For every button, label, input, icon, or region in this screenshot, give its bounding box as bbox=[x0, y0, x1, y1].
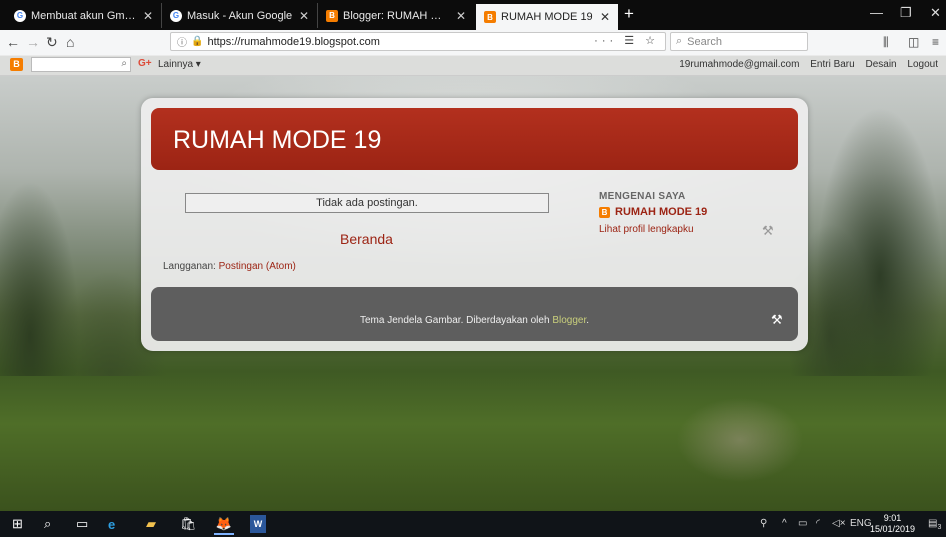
footer-end: . bbox=[586, 315, 590, 326]
design-link[interactable]: Desain bbox=[865, 59, 896, 70]
blogger-navbar: B ⌕ G+ Lainnya ▾ 19rumahmode@gmail.com E… bbox=[0, 55, 946, 76]
new-tab-button[interactable]: + bbox=[624, 4, 634, 24]
blog-footer: Tema Jendela Gambar. Diberdayakan oleh B… bbox=[151, 287, 798, 341]
menu-icon[interactable]: ≡ bbox=[932, 35, 939, 49]
home-link[interactable]: Beranda bbox=[340, 231, 393, 247]
info-icon[interactable]: ⓘ bbox=[177, 34, 187, 49]
clock-date: 15/01/2019 bbox=[870, 524, 916, 534]
subscribe-line: Langganan: Postingan (Atom) bbox=[163, 261, 296, 272]
close-tab-icon[interactable]: ✕ bbox=[456, 9, 466, 23]
tab-google-signin[interactable]: G Masuk - Akun Google ✕ bbox=[162, 3, 318, 28]
footer-text: Tema Jendela Gambar. Diberdayakan oleh bbox=[359, 315, 553, 326]
no-posts-message: Tidak ada postingan. bbox=[185, 193, 549, 213]
gplus-button[interactable]: G+ bbox=[138, 58, 152, 69]
blogger-icon: B bbox=[484, 11, 496, 23]
word-icon[interactable]: W bbox=[250, 515, 266, 533]
blog-header: RUMAH MODE 19 bbox=[151, 108, 798, 170]
store-icon[interactable]: 🛍 bbox=[180, 515, 197, 533]
windows-start-icon[interactable]: ⊞ bbox=[12, 515, 23, 533]
minimize-icon[interactable]: — bbox=[870, 5, 883, 20]
close-tab-icon[interactable]: ✕ bbox=[600, 10, 610, 24]
blog-container: RUMAH MODE 19 Tidak ada postingan. Beran… bbox=[141, 98, 808, 351]
close-tab-icon[interactable]: ✕ bbox=[299, 9, 309, 23]
back-icon[interactable]: ← bbox=[6, 34, 20, 50]
new-entry-link[interactable]: Entri Baru bbox=[810, 59, 854, 70]
logout-link[interactable]: Logout bbox=[907, 59, 938, 70]
google-icon: G bbox=[170, 9, 182, 22]
about-profile-name[interactable]: B RUMAH MODE 19 bbox=[599, 206, 707, 218]
chevron-up-icon[interactable]: ^ bbox=[782, 518, 787, 529]
google-icon: G bbox=[14, 9, 26, 22]
edge-icon[interactable]: e bbox=[108, 515, 115, 533]
search-icon[interactable]: ⌕ bbox=[44, 515, 51, 533]
blog-search-input[interactable]: ⌕ bbox=[31, 57, 131, 72]
tab-blogger-dashboard[interactable]: B Blogger: RUMAH MODE 19 - Se ✕ bbox=[318, 3, 474, 28]
background-rocks bbox=[650, 380, 830, 500]
blogger-icon: B bbox=[326, 9, 338, 22]
page-actions-icon[interactable]: ··· ☰ ☆ bbox=[594, 34, 659, 47]
blog-title[interactable]: RUMAH MODE 19 bbox=[173, 126, 381, 155]
url-bar[interactable]: ⓘ 🔒 https://rumahmode19.blogspot.com ···… bbox=[170, 32, 666, 51]
url-text: https://rumahmode19.blogspot.com bbox=[207, 35, 380, 48]
search-icon[interactable]: ⌕ bbox=[121, 58, 127, 69]
close-window-icon[interactable]: ✕ bbox=[930, 5, 941, 21]
tab-rumah-mode[interactable]: B RUMAH MODE 19 ✕ bbox=[476, 4, 618, 30]
maximize-icon[interactable]: ❐ bbox=[900, 5, 912, 21]
firefox-icon[interactable]: 🦊 bbox=[214, 515, 234, 535]
footer-credit: Tema Jendela Gambar. Diberdayakan oleh B… bbox=[151, 315, 798, 326]
about-name-text[interactable]: RUMAH MODE 19 bbox=[615, 206, 707, 218]
volume-icon[interactable]: ◁× bbox=[832, 518, 846, 529]
tab-title: Masuk - Akun Google bbox=[187, 9, 293, 22]
close-tab-icon[interactable]: ✕ bbox=[143, 9, 153, 23]
about-heading: MENGENAI SAYA bbox=[599, 191, 686, 202]
more-dropdown[interactable]: Lainnya ▾ bbox=[158, 59, 201, 70]
tab-bar: G Membuat akun Gmail - Bantua ✕ G Masuk … bbox=[0, 0, 946, 30]
clock-time: 9:01 bbox=[883, 513, 902, 523]
forward-icon[interactable]: → bbox=[26, 34, 40, 50]
notification-count: 3 bbox=[937, 524, 942, 531]
library-icon[interactable]: ⫼ bbox=[883, 35, 889, 50]
clock[interactable]: 9:01 15/01/2019 bbox=[870, 513, 915, 535]
blogger-link[interactable]: Blogger bbox=[552, 315, 586, 326]
tab-title: RUMAH MODE 19 bbox=[501, 11, 593, 23]
reload-icon[interactable]: ↻ bbox=[46, 34, 58, 51]
task-view-icon[interactable]: ▭ bbox=[76, 515, 88, 533]
windows-taskbar: ⊞ ⌕ ▭ e ▰ 🛍 🦊 W ⚲ ^ ▭ ◜ ◁× ENG 9:01 15/0… bbox=[0, 511, 946, 537]
tab-title: Membuat akun Gmail - Bantua bbox=[31, 9, 137, 22]
language-indicator[interactable]: ENG bbox=[850, 518, 872, 529]
lock-icon: 🔒 bbox=[191, 36, 204, 47]
tab-title: Blogger: RUMAH MODE 19 - Se bbox=[343, 9, 450, 22]
navigation-bar: ← → ↻ ⌂ ⓘ 🔒 https://rumahmode19.blogspot… bbox=[0, 30, 946, 56]
search-input[interactable]: ⌕ Search bbox=[670, 32, 808, 51]
view-full-profile-link[interactable]: Lihat profil lengkapku bbox=[599, 224, 694, 235]
search-placeholder: Search bbox=[687, 35, 723, 48]
search-icon: ⌕ bbox=[676, 35, 683, 47]
tab-gmail-help[interactable]: G Membuat akun Gmail - Bantua ✕ bbox=[6, 3, 162, 28]
subscribe-label: Langganan: bbox=[163, 261, 219, 272]
navbar-user-links: 19rumahmode@gmail.com Entri Baru Desain … bbox=[671, 59, 938, 70]
home-icon[interactable]: ⌂ bbox=[66, 34, 74, 50]
subscribe-atom-link[interactable]: Postingan (Atom) bbox=[219, 261, 296, 272]
notifications-icon[interactable]: ▤3 bbox=[928, 518, 941, 531]
blogger-icon: B bbox=[599, 206, 610, 218]
wifi-icon[interactable]: ◜ bbox=[816, 518, 820, 529]
user-email: 19rumahmode@gmail.com bbox=[679, 59, 800, 70]
file-explorer-icon[interactable]: ▰ bbox=[146, 515, 156, 533]
network-icon[interactable]: ▭ bbox=[798, 518, 807, 529]
edit-layout-icon[interactable]: ⚒ bbox=[771, 312, 783, 328]
edit-gadget-icon[interactable]: ⚒ bbox=[762, 223, 774, 239]
blogger-logo-icon[interactable]: B bbox=[10, 58, 23, 71]
people-icon[interactable]: ⚲ bbox=[760, 518, 767, 529]
sidebar-icon[interactable]: ◫ bbox=[908, 35, 919, 49]
